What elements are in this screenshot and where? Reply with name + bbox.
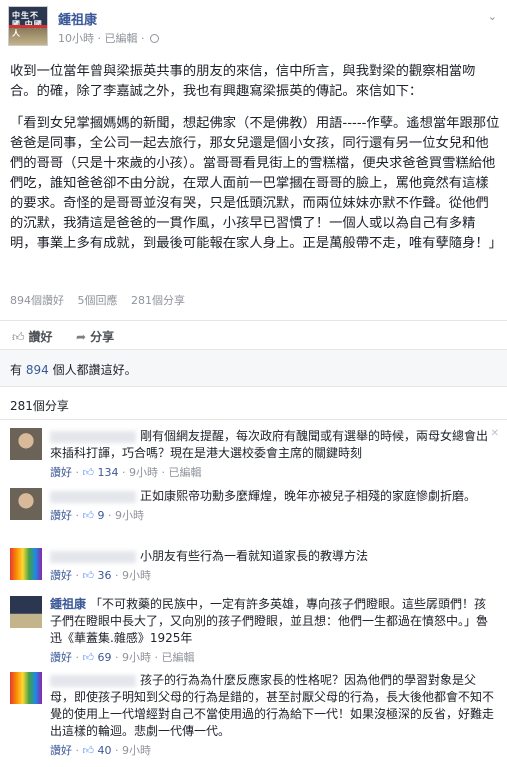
thumbs-up-icon: 👍︎ (82, 569, 95, 582)
comment-meta: 讚好 · 👍︎ 9 · 9小時 (50, 509, 144, 522)
likes-summary-text: 有 894 個人都讚這好。 (10, 361, 137, 378)
shares-header[interactable]: 281個分享 (0, 390, 507, 420)
post-meta: 10小時 · 已編輯 · (58, 30, 159, 46)
thumbs-up-icon: 👍︎ (82, 466, 95, 479)
comment-like-link[interactable]: 讚好 (50, 651, 72, 664)
thumbs-up-icon: 👍︎ (82, 651, 95, 664)
commenter-avatar[interactable] (10, 596, 42, 628)
comment-text: 小朋友有些行為一看就知道家長的教導方法 (140, 549, 369, 563)
author-avatar[interactable]: 中生不國 中國人 (8, 6, 48, 46)
comment-time[interactable]: 9小時 (129, 466, 158, 479)
likes-count[interactable]: 894個讚好 (10, 294, 64, 307)
commenter-name[interactable]: 鍾祖康 (50, 597, 86, 611)
likes-prefix: 有 (10, 363, 23, 377)
author-name[interactable]: 鍾祖康 (58, 9, 97, 28)
chevron-down-icon[interactable]: ⌄ (488, 10, 497, 23)
like-label: 讚好 (28, 330, 53, 344)
likes-number[interactable]: 894 (26, 363, 49, 377)
edited-label[interactable]: 已編輯 (105, 32, 138, 45)
commenter-avatar[interactable] (10, 672, 42, 704)
comment-time[interactable]: 9小時 (115, 509, 144, 522)
share-label: 分享 (90, 330, 115, 344)
comment-edited[interactable]: 已編輯 (162, 651, 195, 664)
comment-like-count[interactable]: 36 (98, 569, 112, 582)
comment-time[interactable]: 9小時 (122, 744, 151, 757)
comment-like-link[interactable]: 讚好 (50, 744, 72, 757)
comment-body: 剛有個網友提醒，每次政府有醜聞或有選舉的時候，兩母女總會出來插科打諢，巧合嗎？現… (50, 428, 498, 481)
post-header: 中生不國 中國人 鍾祖康 10小時 · 已編輯 · ⌄ (8, 6, 499, 50)
comment-like-count[interactable]: 40 (98, 744, 112, 757)
comment-like-link[interactable]: 讚好 (50, 569, 72, 582)
post-paragraph: 「看到女兒掌摑媽媽的新聞，想起佛家（不是佛教）用語-----作孽。遙想當年跟那位… (10, 116, 502, 251)
thumbs-up-icon: 👍︎ (82, 509, 95, 522)
comments-count[interactable]: 5個回應 (78, 294, 118, 307)
comment-like-count[interactable]: 134 (98, 466, 119, 479)
commenter-name-redacted[interactable] (50, 430, 136, 443)
comment-like-link[interactable]: 讚好 (50, 466, 72, 479)
commenter-name-redacted[interactable] (50, 490, 136, 503)
comment-text: 正如康熙帝功勳多麼輝煌，晚年亦被兒子相殘的家庭慘劇折磨。 (140, 489, 477, 503)
shares-header-text: 281個分享 (10, 399, 69, 413)
commenter-avatar[interactable] (10, 488, 42, 520)
close-icon[interactable]: ✕ (491, 428, 499, 439)
comment-like-link[interactable]: 讚好 (50, 509, 72, 522)
post-paragraph: 收到一位當年曾與梁振英共事的朋友的來信，信中所言，與我對梁的觀察相當吻合。的確，… (10, 64, 476, 99)
globe-icon (150, 34, 159, 43)
avatar-stripe (9, 25, 47, 28)
thumbs-up-icon: 👍︎ (12, 330, 25, 344)
comment-edited[interactable]: 已編輯 (169, 466, 202, 479)
commenter-name-redacted[interactable] (50, 550, 136, 563)
commenter-avatar[interactable] (10, 548, 42, 580)
comment-body: 鍾祖康 「不可救藥的民族中，一定有許多英雄，專向孩子們瞪眼。這些孱頭們！孩子們在瞪… (50, 596, 498, 666)
comment-like-count[interactable]: 9 (98, 509, 105, 522)
share-button[interactable]: ➦ 分享 (76, 328, 114, 345)
likes-suffix: 個人都讚這好。 (52, 363, 137, 377)
likes-summary: 有 894 個人都讚這好。 (0, 349, 507, 387)
commenter-avatar[interactable] (10, 428, 42, 460)
like-button[interactable]: 👍︎ 讚好 (12, 328, 53, 345)
post-stats: 894個讚好 5個回應 281個分享 (10, 292, 195, 308)
shares-count[interactable]: 281個分享 (131, 294, 185, 307)
comment-body: 孩子的行為為什麼反應家長的性格呢？因為他們的學習對象是父母，即使孩子明知到父母的… (50, 672, 498, 759)
comment-time[interactable]: 9小時 (122, 569, 151, 582)
comment-meta: 讚好 · 👍︎ 36 · 9小時 (50, 569, 151, 582)
action-bar: 👍︎ 讚好 ➦ 分享 (0, 320, 507, 348)
post-time[interactable]: 10小時 (58, 32, 94, 45)
comment-time[interactable]: 9小時 (122, 651, 151, 664)
post-body: 收到一位當年曾與梁振英共事的朋友的來信，信中所言，與我對梁的觀察相當吻合。的確，… (10, 62, 502, 266)
comment-meta: 讚好 · 👍︎ 134 · 9小時 · 已編輯 (50, 466, 202, 479)
comment-like-count[interactable]: 69 (98, 651, 112, 664)
comment-text: 「不可救藥的民族中，一定有許多英雄，專向孩子們瞪眼。這些孱頭們！孩子們在瞪眼中長… (50, 597, 489, 645)
commenter-name-redacted[interactable] (50, 674, 136, 687)
comment-meta: 讚好 · 👍︎ 40 · 9小時 (50, 744, 151, 757)
comment-body: 正如康熙帝功勳多麼輝煌，晚年亦被兒子相殘的家庭慘劇折磨。 讚好 · 👍︎ 9 ·… (50, 488, 498, 524)
share-icon: ➦ (76, 330, 87, 344)
comment-body: 小朋友有些行為一看就知道家長的教導方法 讚好 · 👍︎ 36 · 9小時 (50, 548, 498, 584)
comment-meta: 讚好 · 👍︎ 69 · 9小時 · 已編輯 (50, 651, 195, 664)
thumbs-up-icon: 👍︎ (82, 744, 95, 757)
